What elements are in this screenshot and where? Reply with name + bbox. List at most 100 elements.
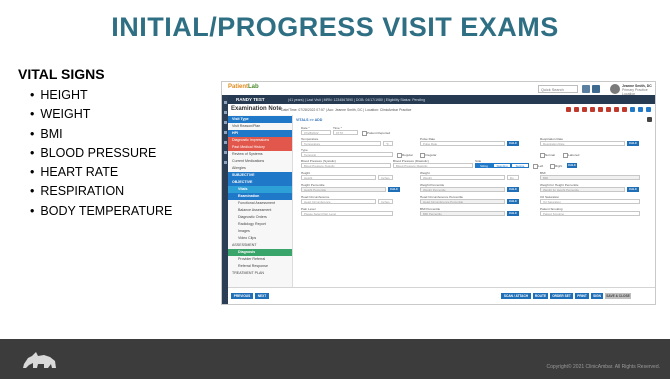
menu-item-radiology-report[interactable]: Radiology Report	[228, 221, 292, 228]
weight-field[interactable]: Weight	[420, 175, 505, 180]
menu-item-allergies[interactable]: Allergies	[228, 165, 292, 172]
sign-button[interactable]: SIGN	[591, 293, 603, 299]
position-supine[interactable]: Supine	[511, 163, 529, 168]
menu-item-video-clips[interactable]: Video Clips	[228, 235, 292, 242]
edit-icon[interactable]	[574, 107, 579, 112]
position-standing[interactable]: Standing	[493, 163, 511, 168]
patient-icon[interactable]	[223, 121, 227, 124]
weight-unit-select[interactable]: lbs	[507, 175, 519, 180]
bp-systolic-field[interactable]: Blood Pressure Systolic	[301, 163, 391, 168]
bmi-percentile-calc-button[interactable]: CALC	[507, 211, 519, 216]
pulse-calc-button[interactable]: CALC	[507, 141, 519, 146]
weight-for-height-calc-button[interactable]: CALC	[627, 187, 639, 192]
menu-item-review-of-systems[interactable]: Review of Systems	[228, 151, 292, 158]
pulse-field[interactable]: Pulse Rate	[420, 141, 505, 146]
normal-label: Normal	[545, 153, 555, 157]
menu-item-referral-response[interactable]: Referral Response	[228, 263, 292, 270]
o2-saturation-field[interactable]: O2 Saturation	[540, 199, 640, 204]
app-screenshot: PatientLab Quick Search Jeanne Smith, DC…	[221, 81, 656, 305]
document-icon[interactable]	[598, 107, 603, 112]
menu-item-current-medications[interactable]: Current Medications	[228, 158, 292, 165]
pain-level-select[interactable]: Please Select Pain Level	[301, 211, 393, 216]
copy-icon[interactable]	[582, 107, 587, 112]
history-icon[interactable]	[614, 107, 619, 112]
menu-item-images[interactable]: Images	[228, 228, 292, 235]
note-meta: Date/Time: 07/28/2022 07:57 | Acc: Jeann…	[281, 107, 412, 112]
settings-icon[interactable]	[223, 161, 227, 164]
menu-item-vitals[interactable]: Vitals	[228, 186, 292, 193]
search-input[interactable]: Quick Search	[538, 84, 578, 93]
note-title: Examination Note	[231, 106, 282, 112]
height-percentile-calc-button[interactable]: CALC	[388, 187, 400, 192]
slide: INITIAL/PROGRESS VISIT EXAMS VITAL SIGNS…	[0, 0, 670, 379]
search-icon[interactable]	[582, 84, 590, 93]
bp-calc-button[interactable]: CALC	[567, 163, 577, 168]
expand-icon[interactable]	[647, 117, 652, 122]
chart-icon[interactable]	[223, 141, 227, 144]
height-field[interactable]: Height	[301, 175, 376, 180]
menu-item-provider-referral[interactable]: Provider Referral	[228, 256, 292, 263]
grid-icon[interactable]	[592, 84, 600, 93]
message-icon[interactable]	[223, 131, 227, 134]
menu-item-assessment[interactable]: ASSESSMENT	[228, 242, 292, 249]
save-close-button[interactable]: SAVE & CLOSE	[605, 293, 631, 299]
list-item: BMI	[30, 125, 172, 144]
home-icon[interactable]	[223, 101, 227, 104]
next-button[interactable]: NEXT	[255, 293, 269, 299]
close-icon[interactable]	[646, 107, 651, 112]
head-circumference-unit-select[interactable]: Inches	[378, 199, 393, 204]
route-button[interactable]: ROUTE	[533, 293, 548, 299]
order-set-button[interactable]: ORDER SET	[550, 293, 573, 299]
app-top-bar: PatientLab Quick Search Jeanne Smith, DC…	[222, 82, 655, 96]
user-icon[interactable]	[638, 107, 643, 112]
calendar-icon[interactable]	[223, 111, 227, 114]
height-unit-select[interactable]: Inches	[378, 175, 393, 180]
scan-attach-button[interactable]: SCAN / ATTACH	[501, 293, 531, 299]
position-sitting[interactable]: Sitting	[475, 163, 493, 168]
menu-item-functional-assessment[interactable]: Functional Assessment	[228, 200, 292, 207]
respiration-field[interactable]: Respiration Rate	[540, 141, 625, 146]
lock-icon[interactable]	[606, 107, 611, 112]
flag-icon[interactable]	[590, 107, 595, 112]
vital-signs-heading: VITAL SIGNS	[18, 66, 105, 82]
bp-diastolic-field[interactable]: Blood Pressure Diastolic	[393, 163, 473, 168]
report-icon[interactable]	[223, 151, 227, 154]
print-icon[interactable]	[566, 107, 571, 112]
weight-percentile-calc-button[interactable]: CALC	[507, 187, 519, 192]
regular-label: Regular	[402, 153, 413, 157]
print-button[interactable]: PRINT	[575, 293, 589, 299]
menu-item-visit-reason[interactable]: Visit Reason/Plan	[228, 123, 292, 130]
previous-button[interactable]: PREVIOUS	[231, 293, 253, 299]
menu-item-diagnostic-impressions[interactable]: Diagnostic Impressions	[228, 137, 292, 144]
menu-item-hpi[interactable]: HPI	[228, 130, 292, 137]
date-field[interactable]: 07/28/2022	[301, 130, 331, 135]
logo-main-text: Patient	[228, 84, 249, 90]
temperature-field[interactable]: Temperature	[301, 141, 381, 146]
list-item: HEIGHT	[30, 86, 172, 105]
menu-item-examination[interactable]: Examination	[228, 193, 292, 200]
labored-label: Labored	[568, 153, 580, 157]
menu-item-balance-assessment[interactable]: Balance Assessment	[228, 207, 292, 214]
patient-name[interactable]: RANDY TEST	[236, 97, 265, 102]
head-circumference-field[interactable]: Head Circumference	[301, 199, 376, 204]
respiration-calc-button[interactable]: CALC	[627, 141, 639, 146]
patient-smoking-field[interactable]: Patient Smoking	[540, 211, 640, 216]
menu-item-objective[interactable]: OBJECTIVE	[228, 179, 292, 186]
menu-item-treatment-plan[interactable]: TREATMENT PLAN	[228, 270, 292, 277]
vital-signs-list: HEIGHT WEIGHT BMI BLOOD PRESSURE HEART R…	[30, 86, 172, 221]
head-circ-percentile-calc-button[interactable]: CALC	[507, 199, 519, 204]
menu-item-subjective[interactable]: SUBJECTIVE	[228, 172, 292, 179]
menu-item-visit-type[interactable]: Visit Type	[228, 116, 292, 123]
patient-details: (41 years) | Last Visit | MRN: 123456789…	[288, 97, 426, 102]
menu-item-past-medical-history[interactable]: Past Medical History	[228, 144, 292, 151]
share-icon[interactable]	[622, 107, 627, 112]
avatar[interactable]	[610, 83, 620, 94]
list-item: RESPIRATION	[30, 182, 172, 201]
menu-item-diagnosis[interactable]: Diagnosis	[228, 249, 292, 256]
left-label: Left	[538, 164, 544, 168]
time-field[interactable]: 07:57	[333, 130, 358, 135]
temperature-unit-select[interactable]: °F	[383, 141, 393, 146]
info-icon[interactable]	[630, 107, 635, 112]
menu-item-diagnostic-orders[interactable]: Diagnostic Orders	[228, 214, 292, 221]
type-select[interactable]: Temporal	[301, 152, 393, 157]
